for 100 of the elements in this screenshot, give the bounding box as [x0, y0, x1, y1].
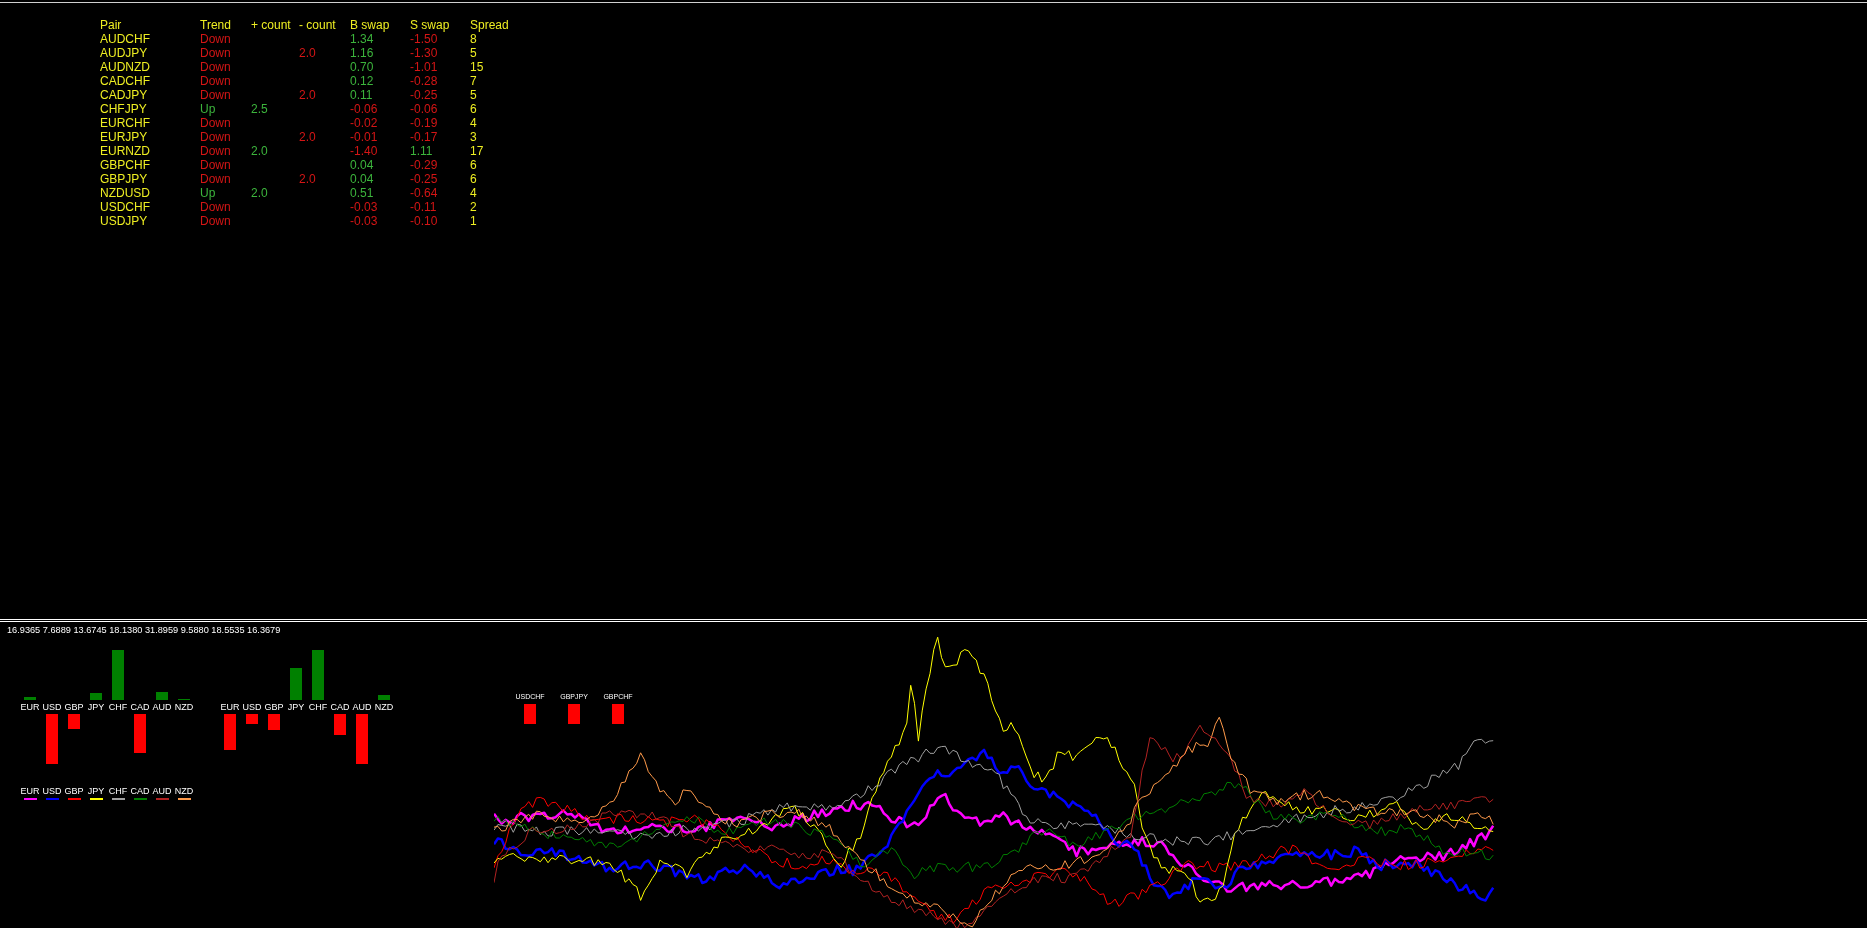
strength-bar: [246, 714, 258, 724]
pair-label: AUDJPY: [100, 46, 149, 60]
column-header: + count: [251, 18, 292, 32]
currency-label: GBP: [64, 701, 84, 714]
trend-text: Down: [200, 214, 232, 228]
trend-text: Down: [200, 60, 232, 74]
sell-swap-value: -0.25: [410, 88, 439, 102]
column-header: - count: [299, 18, 337, 32]
buy-swap-value: 0.11: [350, 88, 374, 102]
pair-label: GBPCHF: [100, 158, 151, 172]
buy-swap-value: 0.12: [350, 74, 375, 88]
spread-value: 15: [470, 60, 485, 74]
strength-bar: [290, 668, 302, 700]
sell-swap-value: -0.17: [410, 130, 439, 144]
currency-label: JPY: [87, 701, 105, 714]
currency-label: NZD: [174, 701, 194, 714]
spread-value: 8: [470, 32, 478, 46]
currency-label: EUR: [220, 701, 240, 714]
spread-value: 3: [470, 130, 478, 144]
sell-swap-value: -0.25: [410, 172, 439, 186]
sell-swap-value: -0.06: [410, 102, 439, 116]
trend-text: Down: [200, 144, 232, 158]
strength-bar: [312, 650, 324, 700]
legend-label: CAD: [130, 785, 150, 797]
strength-bar: [24, 697, 36, 700]
sell-swap-value: -1.01: [410, 60, 439, 74]
spread-value: 1: [470, 214, 478, 228]
plus-count-value: 2.0: [251, 144, 269, 158]
buy-swap-value: -0.03: [350, 214, 379, 228]
strength-bar: [378, 695, 390, 700]
plus-count-value: 2.0: [251, 186, 269, 200]
spread-value: 6: [470, 172, 478, 186]
spread-value: 4: [470, 116, 478, 130]
spread-value: 6: [470, 102, 478, 116]
buy-swap-value: -1.40: [350, 144, 379, 158]
pair-label: CHFJPY: [100, 102, 148, 116]
legend-label: JPY: [87, 785, 105, 797]
sell-swap-value: -0.19: [410, 116, 439, 130]
trend-text: Down: [200, 200, 232, 214]
legend-label: AUD: [152, 785, 172, 797]
minus-count-value: 2.0: [299, 172, 317, 186]
sell-swap-value: -0.10: [410, 214, 439, 228]
signal-bar: [568, 704, 580, 724]
buy-swap-value: 0.51: [350, 186, 375, 200]
currency-label: JPY: [287, 701, 305, 714]
signal-bar: [524, 704, 536, 724]
sell-swap-value: -0.28: [410, 74, 439, 88]
legend-label: USD: [42, 785, 62, 797]
currency-label: USD: [242, 701, 262, 714]
sell-swap-value: -1.50: [410, 32, 439, 46]
currency-label: EUR: [20, 701, 40, 714]
strength-bar: [356, 714, 368, 764]
sell-swap-value: -0.64: [410, 186, 439, 200]
trend-text: Up: [200, 102, 217, 116]
trend-text: Down: [200, 32, 232, 46]
pair-label: CADJPY: [100, 88, 149, 102]
pair-label: USDJPY: [100, 214, 149, 228]
currency-label: AUD: [152, 701, 172, 714]
legend-label: NZD: [174, 785, 194, 797]
buy-swap-value: 1.16: [350, 46, 375, 60]
strength-bar: [46, 714, 58, 764]
buy-swap-value: -0.01: [350, 130, 379, 144]
trend-text: Down: [200, 88, 232, 102]
column-header: Trend: [200, 18, 232, 32]
spread-value: 2: [470, 200, 478, 214]
currency-label: NZD: [374, 701, 394, 714]
trend-text: Down: [200, 74, 232, 88]
spread-value: 17: [470, 144, 485, 158]
pair-label: NZDUSD: [100, 186, 151, 200]
trend-text: Up: [200, 186, 217, 200]
legend-label: GBP: [64, 785, 84, 797]
legend-label: EUR: [20, 785, 40, 797]
spread-value: 5: [470, 46, 478, 60]
currency-label: AUD: [352, 701, 372, 714]
trend-text: Down: [200, 172, 232, 186]
strength-bar: [112, 650, 124, 700]
trend-text: Down: [200, 130, 232, 144]
spread-value: 4: [470, 186, 478, 200]
column-header: S swap: [410, 18, 451, 32]
trend-text: Down: [200, 46, 232, 60]
trend-text: Down: [200, 158, 232, 172]
currency-label: CAD: [330, 701, 350, 714]
buy-swap-value: 1.34: [350, 32, 375, 46]
spread-value: 5: [470, 88, 478, 102]
pair-label: AUDCHF: [100, 32, 151, 46]
plus-count-value: 2.5: [251, 102, 269, 116]
buy-swap-value: -0.03: [350, 200, 379, 214]
column-header: B swap: [350, 18, 391, 32]
strength-values-text: 16.9365 7.6889 13.6745 18.1380 31.8959 9.5880 18.5535 16.3679: [7, 625, 281, 636]
spread-value: 6: [470, 158, 478, 172]
sell-swap-value: -1.30: [410, 46, 439, 60]
sell-swap-value: -0.29: [410, 158, 439, 172]
strength-bar: [90, 693, 102, 700]
pair-label: AUDNZD: [100, 60, 151, 74]
legend-label: CHF: [108, 785, 128, 797]
minus-count-value: 2.0: [299, 88, 317, 102]
spread-value: 7: [470, 74, 478, 88]
pair-label: EURJPY: [100, 130, 149, 144]
strength-bar: [268, 714, 280, 730]
minus-count-value: 2.0: [299, 130, 317, 144]
